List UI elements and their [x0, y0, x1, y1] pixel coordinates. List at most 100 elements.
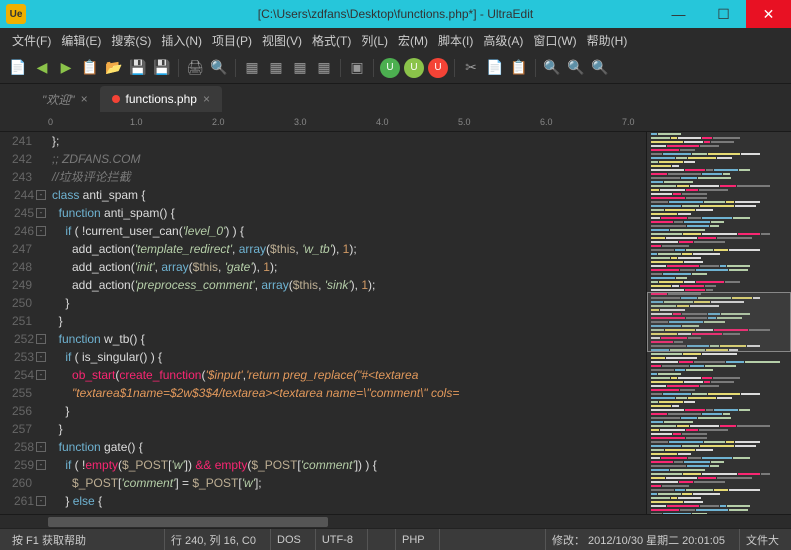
save-all-icon[interactable]: 💾: [152, 58, 172, 78]
print-icon[interactable]: 🖨: [185, 58, 205, 78]
badge-1-icon[interactable]: U: [380, 58, 400, 78]
tab-functions-php[interactable]: functions.php ×: [100, 86, 222, 112]
tab-welcome[interactable]: "欢迎" ×: [30, 86, 100, 112]
menu-item[interactable]: 文件(F): [8, 30, 55, 51]
minimap-line: [651, 453, 787, 456]
goto-icon[interactable]: 🔍: [590, 58, 610, 78]
code-line[interactable]: }: [52, 312, 646, 330]
minimap[interactable]: [646, 132, 791, 514]
code-line[interactable]: add_action('preprocess_comment', array($…: [52, 276, 646, 294]
minimap-line: [651, 421, 787, 424]
cut-icon[interactable]: ✂: [461, 58, 481, 78]
tool-5-icon[interactable]: ▣: [347, 58, 367, 78]
minimap-line: [651, 257, 787, 260]
code-line[interactable]: //垃圾评论拦截: [52, 168, 646, 186]
fold-toggle-icon[interactable]: -: [36, 190, 46, 200]
code-line[interactable]: if ( is_singular() ) {: [52, 348, 646, 366]
code-line[interactable]: if ( !empty($_POST['w']) && empty($_POST…: [52, 456, 646, 474]
code-line[interactable]: }: [52, 402, 646, 420]
minimap-line: [651, 357, 787, 360]
close-button[interactable]: ✕: [746, 0, 791, 28]
menu-item[interactable]: 窗口(W): [529, 30, 580, 51]
code-line[interactable]: function w_tb() {: [52, 330, 646, 348]
paste-icon[interactable]: 📋: [509, 58, 529, 78]
menu-item[interactable]: 项目(P): [208, 30, 256, 51]
tab-close-icon[interactable]: ×: [203, 92, 210, 106]
fold-toggle-icon[interactable]: -: [36, 460, 46, 470]
code-line[interactable]: add_action('template_redirect', array($t…: [52, 240, 646, 258]
menu-item[interactable]: 帮助(H): [583, 30, 632, 51]
editor-area: 241242243244-245-246-247248249250251252-…: [0, 132, 791, 514]
status-language[interactable]: PHP: [395, 529, 431, 550]
code-line[interactable]: };: [52, 132, 646, 150]
menu-item[interactable]: 视图(V): [258, 30, 306, 51]
code-line[interactable]: }: [52, 420, 646, 438]
replace-icon[interactable]: 🔍: [566, 58, 586, 78]
menu-item[interactable]: 插入(N): [157, 30, 206, 51]
maximize-button[interactable]: ☐: [701, 0, 746, 28]
code-line[interactable]: }: [52, 294, 646, 312]
fold-toggle-icon[interactable]: -: [36, 496, 46, 506]
forward-icon[interactable]: ▶: [56, 58, 76, 78]
menu-item[interactable]: 宏(M): [394, 30, 432, 51]
tab-close-icon[interactable]: ×: [81, 92, 88, 106]
tool-1-icon[interactable]: ▦: [242, 58, 262, 78]
badge-3-icon[interactable]: U: [428, 58, 448, 78]
code-line[interactable]: function anti_spam() {: [52, 204, 646, 222]
tool-3-icon[interactable]: ▦: [290, 58, 310, 78]
badge-2-icon[interactable]: U: [404, 58, 424, 78]
code-line[interactable]: "textarea$1name=$2w$3$4/textarea><textar…: [52, 384, 646, 402]
minimap-line: [651, 409, 787, 412]
save-icon[interactable]: 💾: [128, 58, 148, 78]
code-line[interactable]: if ( !current_user_can('level_0') ) {: [52, 222, 646, 240]
line-number: 261-: [0, 492, 46, 510]
minimap-line: [651, 137, 787, 140]
code-line[interactable]: class anti_spam {: [52, 186, 646, 204]
minimap-line: [651, 281, 787, 284]
code-line[interactable]: ;; ZDFANS.COM: [52, 150, 646, 168]
code-content[interactable]: };;; ZDFANS.COM//垃圾评论拦截class anti_spam {…: [48, 132, 646, 514]
code-line[interactable]: $_POST['comment'] = $_POST['w'];: [52, 474, 646, 492]
copy-icon[interactable]: 📋: [80, 58, 100, 78]
code-line[interactable]: ob_start(create_function('$input','retur…: [52, 366, 646, 384]
menu-item[interactable]: 脚本(I): [434, 30, 477, 51]
tool-2-icon[interactable]: ▦: [266, 58, 286, 78]
minimap-line: [651, 505, 787, 508]
fold-toggle-icon[interactable]: -: [36, 442, 46, 452]
code-line[interactable]: add_action('init', array($this, 'gate'),…: [52, 258, 646, 276]
menu-item[interactable]: 列(L): [357, 30, 392, 51]
menu-item[interactable]: 格式(T): [308, 30, 355, 51]
menu-item[interactable]: 编辑(E): [57, 30, 105, 51]
fold-toggle-icon[interactable]: -: [36, 334, 46, 344]
back-icon[interactable]: ◀: [32, 58, 52, 78]
window-controls: — ☐ ✕: [656, 0, 791, 28]
menu-item[interactable]: 搜索(S): [107, 30, 155, 51]
preview-icon[interactable]: 🔍: [209, 58, 229, 78]
minimap-line: [651, 185, 787, 188]
minimap-line: [651, 401, 787, 404]
minimap-line: [651, 133, 787, 136]
find-icon[interactable]: 🔍: [542, 58, 562, 78]
gutter: 241242243244-245-246-247248249250251252-…: [0, 132, 48, 514]
fold-toggle-icon[interactable]: -: [36, 226, 46, 236]
fold-toggle-icon[interactable]: -: [36, 370, 46, 380]
scrollbar-thumb[interactable]: [48, 517, 328, 527]
code-line[interactable]: } else {: [52, 492, 646, 510]
menu-item[interactable]: 高级(A): [479, 30, 527, 51]
status-eol[interactable]: DOS: [270, 529, 307, 550]
tool-4-icon[interactable]: ▦: [314, 58, 334, 78]
minimap-viewport[interactable]: [647, 292, 791, 352]
toolbar-separator: [340, 59, 341, 77]
fold-toggle-icon[interactable]: -: [36, 352, 46, 362]
minimap-line: [651, 481, 787, 484]
fold-toggle-icon[interactable]: -: [36, 208, 46, 218]
copy2-icon[interactable]: 📄: [485, 58, 505, 78]
titlebar: Ue [C:\Users\zdfans\Desktop\functions.ph…: [0, 0, 791, 28]
open-icon[interactable]: 📂: [104, 58, 124, 78]
status-encoding[interactable]: UTF-8: [315, 529, 359, 550]
horizontal-scrollbar[interactable]: [0, 514, 791, 528]
new-file-icon[interactable]: 📄: [8, 58, 28, 78]
app-icon: Ue: [6, 4, 26, 24]
minimize-button[interactable]: —: [656, 0, 701, 28]
code-line[interactable]: function gate() {: [52, 438, 646, 456]
